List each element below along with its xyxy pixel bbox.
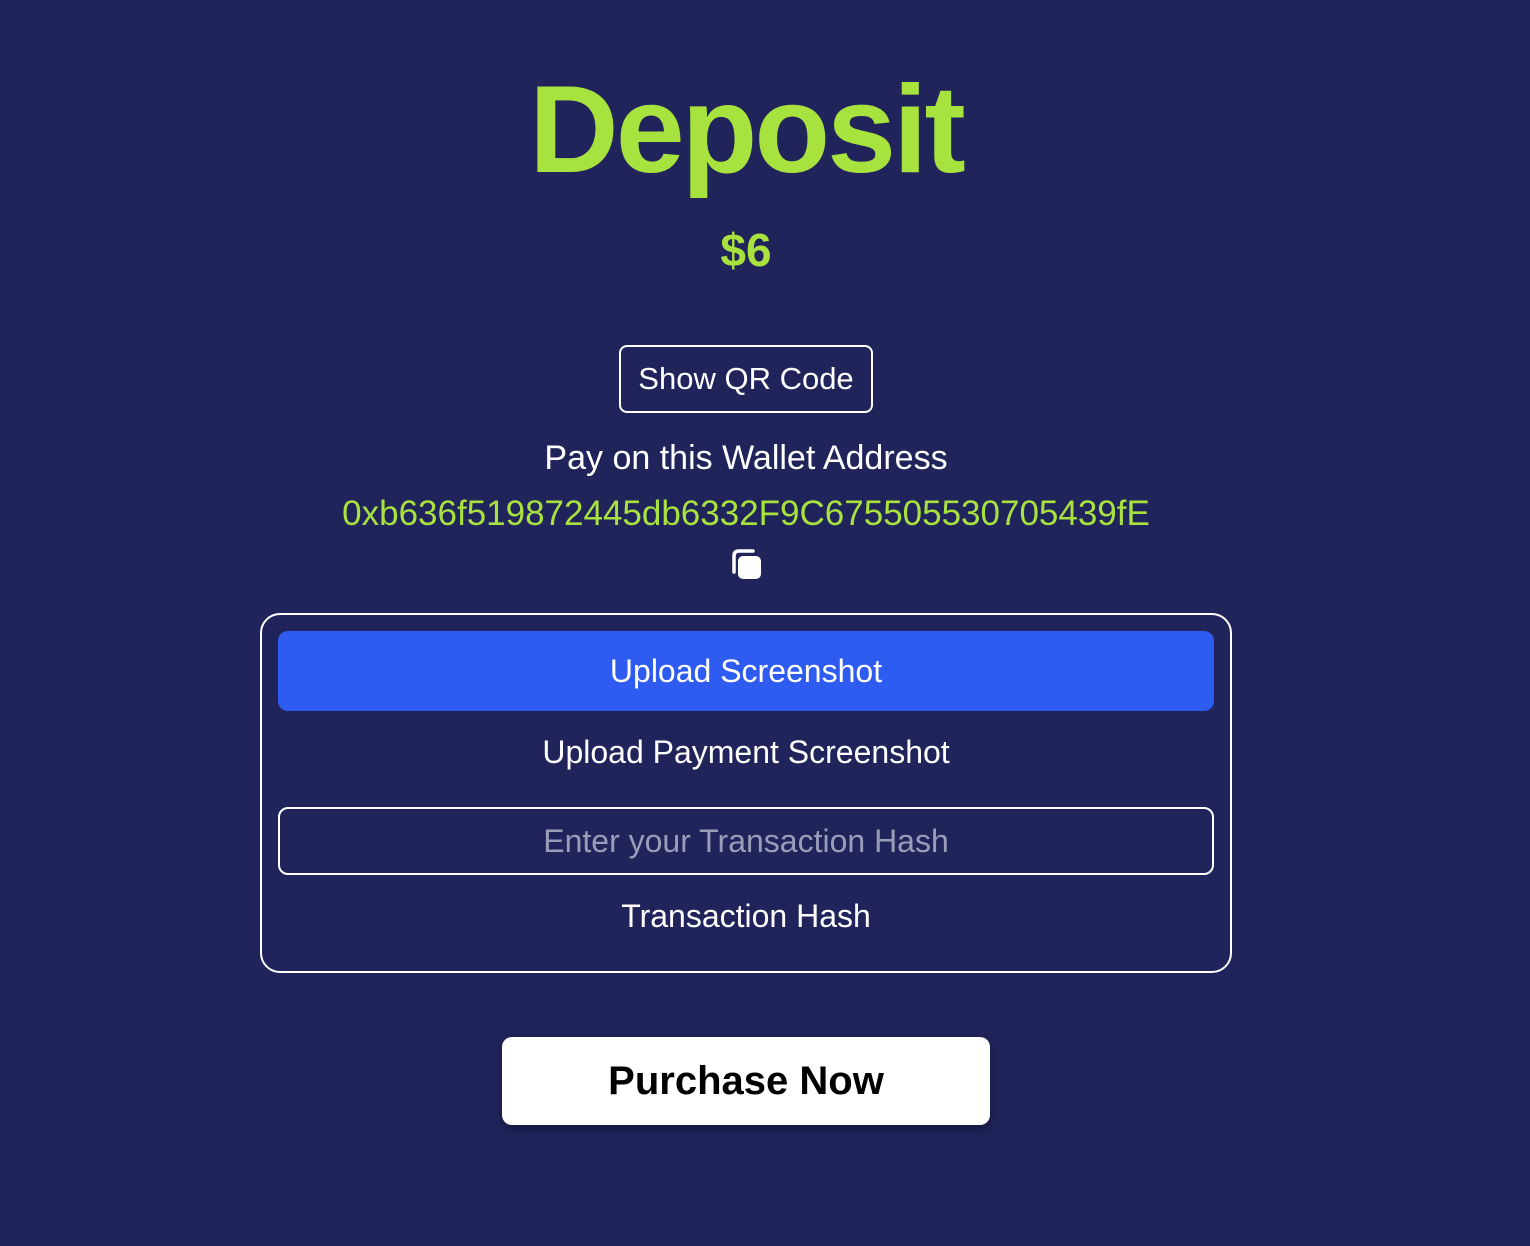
transaction-hash-label: Transaction Hash [621, 898, 871, 934]
wallet-address: 0xb636f519872445db6332F9C675505530705439… [342, 494, 1150, 533]
transaction-hash-input[interactable] [278, 807, 1214, 875]
upload-payment-screenshot-label: Upload Payment Screenshot [542, 734, 950, 770]
purchase-now-button[interactable]: Purchase Now [502, 1037, 990, 1125]
upload-screenshot-button[interactable]: Upload Screenshot [278, 631, 1214, 711]
page-title: Deposit [529, 61, 966, 199]
show-qr-code-button[interactable]: Show QR Code [619, 345, 873, 413]
copy-icon[interactable] [729, 548, 763, 582]
deposit-amount: $6 [720, 224, 772, 276]
wallet-address-label: Pay on this Wallet Address [544, 439, 948, 477]
deposit-page: Deposit $6 Show QR Code Pay on this Wall… [0, 0, 1530, 1246]
